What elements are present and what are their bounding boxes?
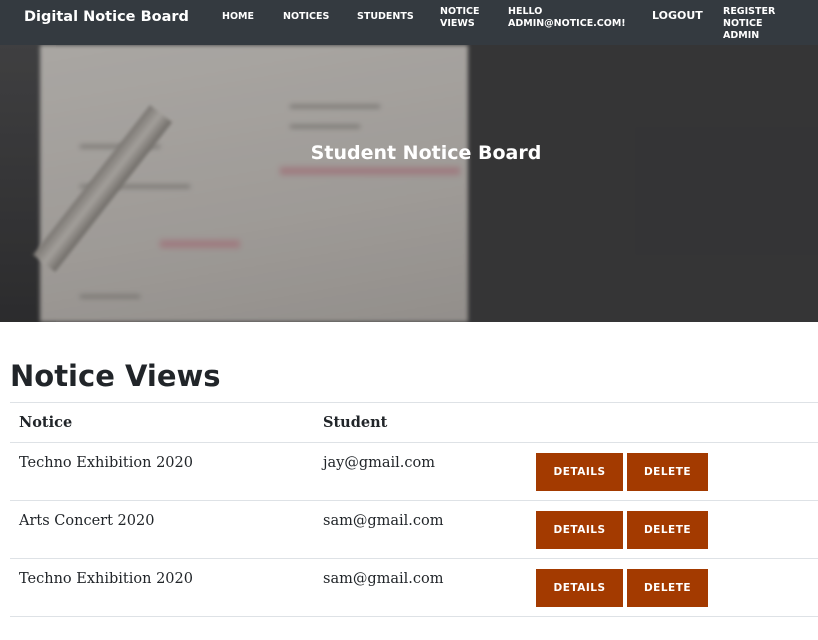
notice-views-table: Notice Student Techno Exhibition 2020 ja… [10,402,818,617]
nav-logout[interactable]: LOGOUT [652,10,703,22]
notice-cell: Arts Concert 2020 [19,513,155,529]
nav-students[interactable]: STUDENTS [357,11,414,23]
nav-home[interactable]: HOME [222,11,254,23]
hero-overlay [0,45,818,322]
delete-button[interactable]: DELETE [627,453,708,491]
student-cell: sam@gmail.com [323,513,444,529]
details-button[interactable]: DETAILS [536,569,623,607]
nav-register-notice-admin[interactable]: REGISTER NOTICE ADMIN [723,6,818,42]
column-header-student: Student [323,414,388,431]
student-cell: jay@gmail.com [323,455,435,471]
notice-cell: Techno Exhibition 2020 [19,455,193,471]
details-button[interactable]: DETAILS [536,511,623,549]
delete-button[interactable]: DELETE [627,511,708,549]
delete-button[interactable]: DELETE [627,569,708,607]
hero-banner: Student Notice Board [0,45,818,322]
nav-user-greeting[interactable]: HELLO ADMIN@NOTICE.COM! [508,6,626,30]
brand-link[interactable]: Digital Notice Board [24,9,189,25]
column-header-notice: Notice [19,414,73,431]
nav-notices[interactable]: NOTICES [283,11,329,23]
table-row: Arts Concert 2020 sam@gmail.com DETAILS … [10,501,818,559]
details-button[interactable]: DETAILS [536,453,623,491]
notice-cell: Techno Exhibition 2020 [19,571,193,587]
nav-notice-views[interactable]: NOTICE VIEWS [440,6,480,30]
table-row: Techno Exhibition 2020 jay@gmail.com DET… [10,443,818,501]
navbar: Digital Notice Board HOME NOTICES STUDEN… [0,0,818,45]
page-title: Notice Views [10,359,221,393]
student-cell: sam@gmail.com [323,571,444,587]
table-row: Techno Exhibition 2020 sam@gmail.com DET… [10,559,818,617]
table-header: Notice Student [10,402,818,443]
hero-title: Student Notice Board [310,142,542,164]
